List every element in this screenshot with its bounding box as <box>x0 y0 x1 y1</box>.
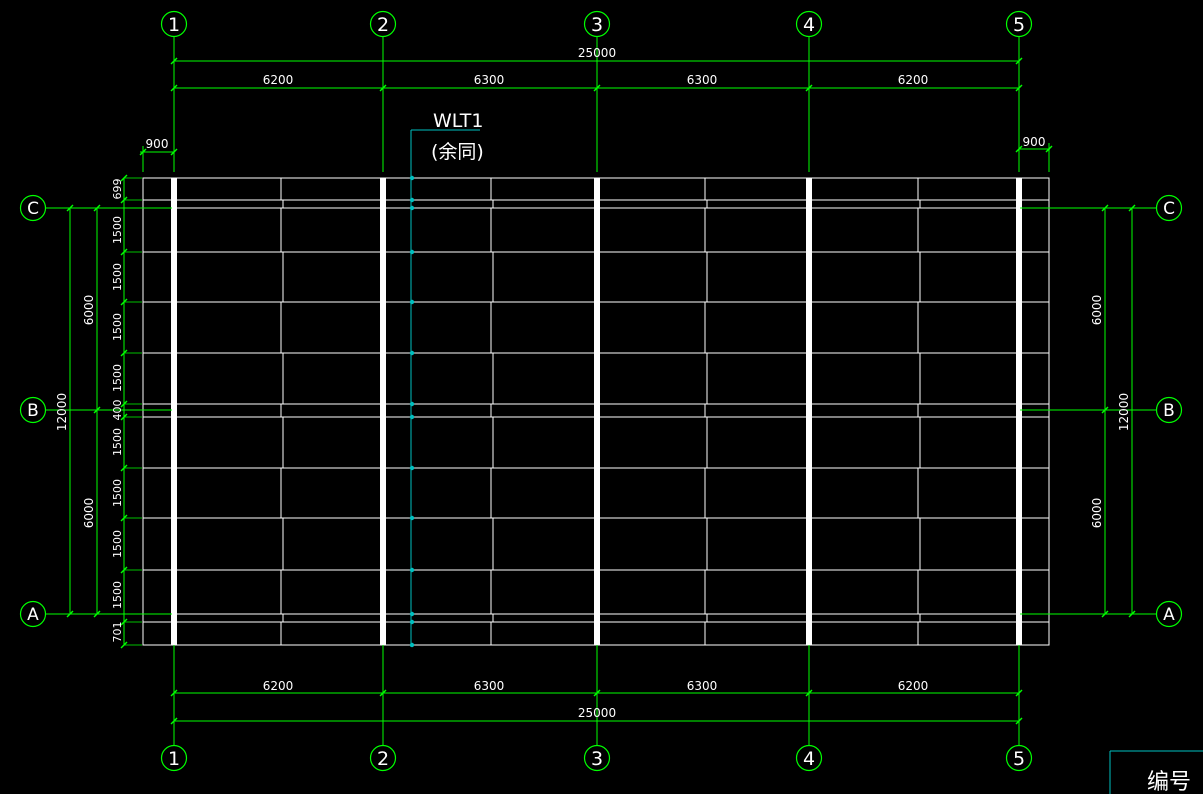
panel-width-label: 701 <box>111 622 124 643</box>
grid-bubbles: 1 1 2 2 3 3 4 4 5 5 C C B B A A <box>19 10 1183 772</box>
grid-bubble-label: 1 <box>168 748 180 770</box>
roof-truss <box>380 178 386 645</box>
roof-trusses <box>171 178 1022 645</box>
grid-bubble-label: 2 <box>377 748 389 770</box>
roof-truss <box>1016 178 1022 645</box>
dimension-labels: 25000 6200 6300 6300 6200 900 900 6200 6… <box>55 46 1131 720</box>
grid-bubble-label: 5 <box>1013 14 1025 36</box>
grid-bubble-label: C <box>1163 199 1175 219</box>
purlin-marker <box>409 205 415 211</box>
purlin-tag-note: (余同) <box>431 141 484 163</box>
bottom-span-dimension: 6300 <box>687 679 718 693</box>
dimension-lines <box>46 36 1156 745</box>
grid-bubble-label: 5 <box>1013 748 1025 770</box>
panel-width-label: 1500 <box>111 479 124 507</box>
purlin-marker <box>409 299 415 305</box>
bottom-overall-dimension: 25000 <box>578 706 616 720</box>
right-bay-dimension: 6000 <box>1090 498 1104 529</box>
right-overhang-dimension: 900 <box>1023 135 1046 149</box>
panel-width-label: 1500 <box>111 263 124 291</box>
panel-width-label: 1500 <box>111 216 124 244</box>
bottom-span-dimension: 6200 <box>898 679 929 693</box>
top-overall-dimension: 25000 <box>578 46 616 60</box>
purlin-marker <box>409 175 415 181</box>
top-span-dimension: 6200 <box>898 73 929 87</box>
grid-bubble-label: A <box>27 605 39 625</box>
title-block-label: 编号 <box>1147 770 1191 794</box>
purlin-marker <box>409 401 415 407</box>
purlin-marker <box>409 567 415 573</box>
grid-bubble-label: B <box>27 401 39 421</box>
purlin-marker <box>409 642 415 648</box>
panel-width-label: 1500 <box>111 364 124 392</box>
roof-truss <box>171 178 177 645</box>
left-overall-dimension: 12000 <box>55 393 69 431</box>
bottom-span-dimension: 6300 <box>474 679 505 693</box>
left-bay-dimension: 6000 <box>82 295 96 326</box>
grid-bubble-label: 4 <box>803 14 815 36</box>
grid-bubble-label: B <box>1163 401 1175 421</box>
purlin-marker <box>409 350 415 356</box>
right-overall-dimension: 12000 <box>1117 393 1131 431</box>
purlin-marker <box>409 414 415 420</box>
roof-truss <box>806 178 812 645</box>
grid-bubble-label: 1 <box>168 14 180 36</box>
grid-bubble-label: 3 <box>591 14 603 36</box>
purlin-marker <box>409 197 415 203</box>
bottom-span-dimension: 6200 <box>263 679 294 693</box>
top-span-dimension: 6300 <box>474 73 505 87</box>
purlin-tag-code: WLT1 <box>433 110 483 132</box>
purlin-marker <box>409 515 415 521</box>
purlin-marker <box>409 611 415 617</box>
panel-width-label: 1500 <box>111 428 124 456</box>
panel-width-label: 400 <box>111 400 124 421</box>
panel-width-label: 1500 <box>111 581 124 609</box>
top-span-dimension: 6300 <box>687 73 718 87</box>
panel-width-label: 1500 <box>111 530 124 558</box>
roof-panel-plan-drawing: WLT1 (余同) 25000 6200 6300 6300 6200 900 … <box>19 10 1203 794</box>
purlin-marker <box>409 249 415 255</box>
panel-seams <box>280 178 921 645</box>
panel-width-label: 1500 <box>111 313 124 341</box>
panel-width-label: 699 <box>111 179 124 200</box>
title-block: 编号 <box>1109 750 1203 794</box>
grid-bubble-label: A <box>1163 605 1175 625</box>
purlin-tag: WLT1 (余同) <box>409 110 484 648</box>
grid-bubble-label: 2 <box>377 14 389 36</box>
roof-truss <box>594 178 600 645</box>
right-bay-dimension: 6000 <box>1090 295 1104 326</box>
left-overhang-dimension: 900 <box>146 137 169 151</box>
grid-bubble-label: C <box>27 199 39 219</box>
grid-bubble-label: 4 <box>803 748 815 770</box>
top-span-dimension: 6200 <box>263 73 294 87</box>
purlin-marker <box>409 619 415 625</box>
purlin-marker <box>409 465 415 471</box>
left-bay-dimension: 6000 <box>82 498 96 529</box>
grid-bubble-label: 3 <box>591 748 603 770</box>
